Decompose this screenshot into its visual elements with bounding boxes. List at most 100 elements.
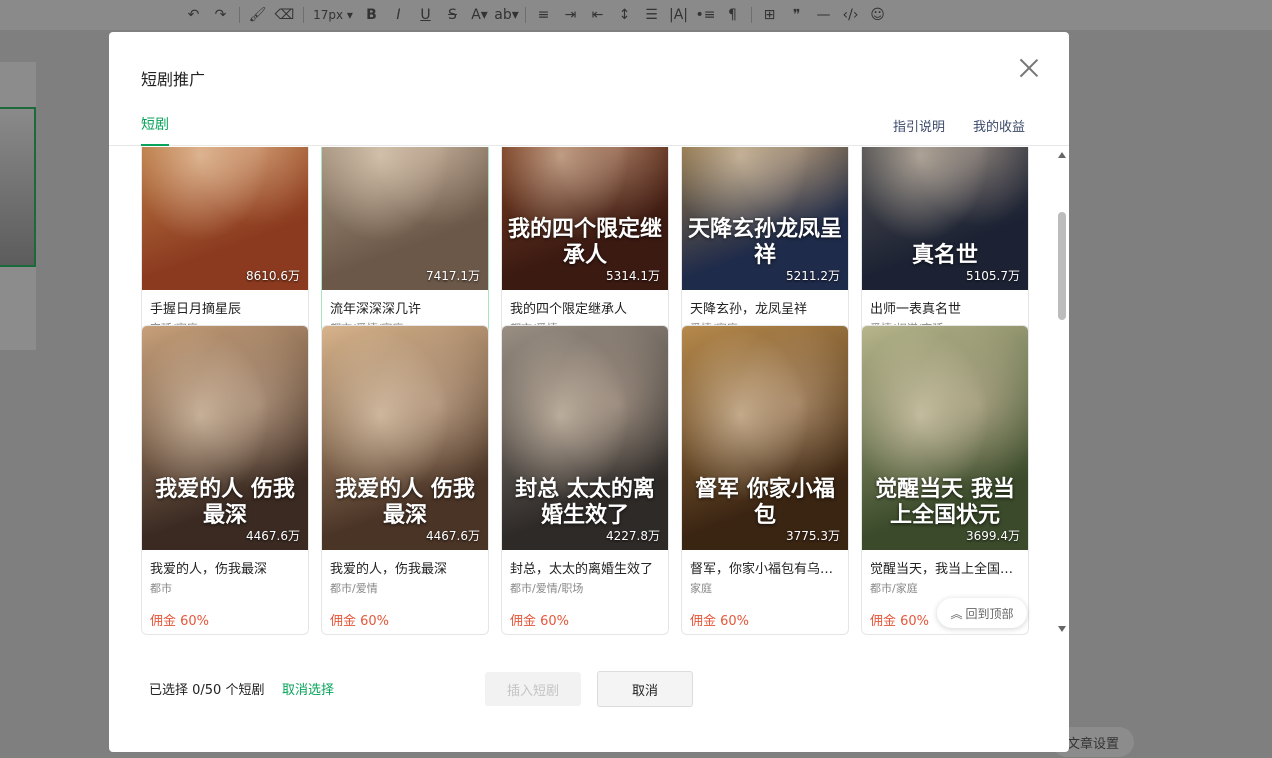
dialog-tabs: 短剧 指引说明 我的收益 bbox=[109, 112, 1069, 146]
commission-rate: 佣金 60% bbox=[510, 614, 570, 629]
close-icon[interactable] bbox=[1017, 56, 1041, 80]
divider-icon[interactable]: — bbox=[810, 4, 837, 26]
bold-icon[interactable]: B bbox=[358, 4, 385, 26]
cancel-button[interactable]: 取消 bbox=[597, 671, 693, 707]
view-count: 4227.8万 bbox=[606, 529, 660, 543]
drama-name: 觉醒当天，我当上全国状元 bbox=[870, 562, 1020, 577]
underline-icon[interactable]: U bbox=[412, 4, 439, 26]
poster-title: 我爱的人 伤我最深 bbox=[155, 476, 295, 528]
outdent-icon[interactable]: ⇤ bbox=[584, 4, 611, 26]
quote-icon[interactable]: ❞ bbox=[783, 4, 810, 26]
drama-poster: 我爱的人 伤我最深 4467.6万 bbox=[142, 326, 308, 550]
drama-poster: 真名世 5105.7万 bbox=[862, 147, 1028, 290]
insert-drama-button[interactable]: 插入短剧 bbox=[485, 672, 581, 706]
paragraph-icon[interactable]: ¶ bbox=[719, 4, 746, 26]
drama-name: 天降玄孙，龙凤呈祥 bbox=[690, 302, 808, 317]
clear-format-icon[interactable]: ⌫ bbox=[271, 4, 298, 26]
drama-name: 流年深深深几许 bbox=[330, 302, 422, 317]
scrollbar-thumb[interactable] bbox=[1058, 212, 1066, 320]
drama-name: 出师一表真名世 bbox=[870, 302, 962, 317]
format-icon[interactable]: |A| bbox=[665, 4, 692, 26]
line-spacing-icon[interactable]: ↕ bbox=[611, 4, 638, 26]
poster-title: 督军 你家小福包 bbox=[695, 476, 835, 528]
font-size-select[interactable]: 17px ▾ bbox=[308, 4, 358, 26]
short-drama-promotion-dialog: 短剧推广 短剧 指引说明 我的收益 8610.6万手握日月摘星辰宫廷/家庭佣金 … bbox=[109, 32, 1069, 752]
drama-poster: 我爱的人 伤我最深 4467.6万 bbox=[322, 326, 488, 550]
drama-poster: 8610.6万 bbox=[142, 147, 308, 290]
drama-name: 我的四个限定继承人 bbox=[510, 302, 628, 317]
view-count: 3775.3万 bbox=[786, 529, 840, 543]
strikethrough-icon[interactable]: S bbox=[439, 4, 466, 26]
undo-icon[interactable]: ↶ bbox=[180, 4, 207, 26]
scroll-down-arrow-icon[interactable] bbox=[1058, 626, 1066, 632]
italic-icon[interactable]: I bbox=[385, 4, 412, 26]
commission-rate: 佣金 60% bbox=[150, 614, 210, 629]
view-count: 4467.6万 bbox=[426, 529, 480, 543]
editor-toolbar: ↶ ↷ 🖌 ⌫ 17px ▾ B I U S A▾ ab▾ ≡ ⇥ ⇤ ↕ ☰ … bbox=[0, 0, 1272, 30]
bullet-list-icon[interactable]: •≡ bbox=[692, 4, 719, 26]
drama-poster: 督军 你家小福包 3775.3万 bbox=[682, 326, 848, 550]
emoji-icon[interactable]: ☺ bbox=[864, 4, 891, 26]
poster-title: 我爱的人 伤我最深 bbox=[335, 476, 475, 528]
clear-selection-link[interactable]: 取消选择 bbox=[282, 679, 334, 698]
format-brush-icon[interactable]: 🖌 bbox=[244, 4, 271, 26]
poster-title: 真名世 bbox=[911, 241, 978, 268]
background-color-icon[interactable]: ab▾ bbox=[493, 4, 520, 26]
background-selected-block bbox=[0, 107, 36, 267]
redo-icon[interactable]: ↷ bbox=[207, 4, 234, 26]
drama-card[interactable]: 我爱的人 伤我最深 4467.6万我爱的人，伤我最深 都市/爱情佣金 60% bbox=[321, 325, 489, 635]
drama-name: 我爱的人，伤我最深 bbox=[150, 562, 268, 577]
drama-poster: 我的四个限定继承人 5314.1万 bbox=[502, 147, 668, 290]
view-count: 3699.4万 bbox=[966, 529, 1020, 543]
poster-title: 天降玄孙龙凤呈祥 bbox=[688, 216, 843, 268]
view-count: 5211.2万 bbox=[786, 269, 840, 283]
drama-poster: 7417.1万 bbox=[322, 147, 488, 290]
back-to-top-label: 回到顶部 bbox=[965, 606, 1014, 621]
scroll-up-arrow-icon[interactable] bbox=[1058, 152, 1066, 158]
dialog-title: 短剧推广 bbox=[141, 70, 206, 89]
guide-link[interactable]: 指引说明 bbox=[893, 116, 945, 135]
drama-tags: 都市/家庭 bbox=[870, 582, 918, 595]
view-count: 5105.7万 bbox=[966, 269, 1020, 283]
drama-card[interactable]: 封总 太太的离婚生效了 4227.8万封总，太太的离婚生效了 都市/爱情/职场 佣金 … bbox=[501, 325, 669, 635]
drama-tags: 家庭 bbox=[690, 582, 712, 595]
table-icon[interactable]: ⊞ bbox=[756, 4, 783, 26]
drama-name: 我爱的人，伤我最深 bbox=[330, 562, 448, 577]
align-icon[interactable]: ≡ bbox=[530, 4, 557, 26]
view-count: 7417.1万 bbox=[426, 269, 480, 283]
drama-name: 手握日月摘星辰 bbox=[150, 302, 242, 317]
view-count: 4467.6万 bbox=[246, 529, 300, 543]
drama-card[interactable]: 觉醒当天 我当上全国状元 3699.4万觉醒当天，我当上全国状元 都市/家庭佣金 6… bbox=[861, 325, 1029, 635]
drama-tags: 都市/爱情 bbox=[330, 582, 378, 595]
commission-rate: 佣金 60% bbox=[870, 614, 930, 629]
toolbar-divider bbox=[234, 4, 244, 26]
toolbar-divider bbox=[298, 4, 308, 26]
view-count: 8610.6万 bbox=[246, 269, 300, 283]
list-icon[interactable]: ☰ bbox=[638, 4, 665, 26]
commission-rate: 佣金 60% bbox=[330, 614, 390, 629]
back-to-top-button[interactable]: ︽ 回到顶部 bbox=[937, 598, 1027, 628]
poster-title: 我的四个限定继承人 bbox=[508, 216, 663, 268]
tab-short-drama[interactable]: 短剧 bbox=[141, 114, 169, 134]
scrollbar[interactable] bbox=[1055, 147, 1069, 637]
toolbar-divider bbox=[746, 4, 756, 26]
earnings-link[interactable]: 我的收益 bbox=[973, 116, 1025, 135]
code-icon[interactable]: ‹/› bbox=[837, 4, 864, 26]
drama-card-grid: 8610.6万手握日月摘星辰宫廷/家庭佣金 60%7417.1万流年深深深几许都… bbox=[109, 147, 1055, 637]
drama-card[interactable]: 督军 你家小福包 3775.3万 督军，你家小福包有乌鸦嘴 家庭 佣金 60% bbox=[681, 325, 849, 635]
double-chevron-up-icon: ︽ bbox=[950, 606, 963, 621]
drama-poster: 觉醒当天 我当上全国状元 3699.4万 bbox=[862, 326, 1028, 550]
toolbar-divider bbox=[520, 4, 530, 26]
drama-card[interactable]: 我爱的人 伤我最深 4467.6万我爱的人，伤我最深 都市佣金 60% bbox=[141, 325, 309, 635]
selection-status: 已选择 0/50 个短剧 bbox=[149, 683, 265, 698]
drama-tags: 都市 bbox=[150, 582, 172, 595]
tab-active-indicator bbox=[141, 144, 169, 146]
drama-poster: 封总 太太的离婚生效了 4227.8万 bbox=[502, 326, 668, 550]
indent-icon[interactable]: ⇥ bbox=[557, 4, 584, 26]
drama-name: 封总，太太的离婚生效了 bbox=[510, 562, 654, 577]
drama-tags: 都市/爱情/职场 bbox=[510, 582, 584, 595]
font-color-icon[interactable]: A▾ bbox=[466, 4, 493, 26]
view-count: 5314.1万 bbox=[606, 269, 660, 283]
poster-title: 封总 太太的离婚生效了 bbox=[515, 476, 655, 528]
drama-poster: 天降玄孙龙凤呈祥 5211.2万 bbox=[682, 147, 848, 290]
